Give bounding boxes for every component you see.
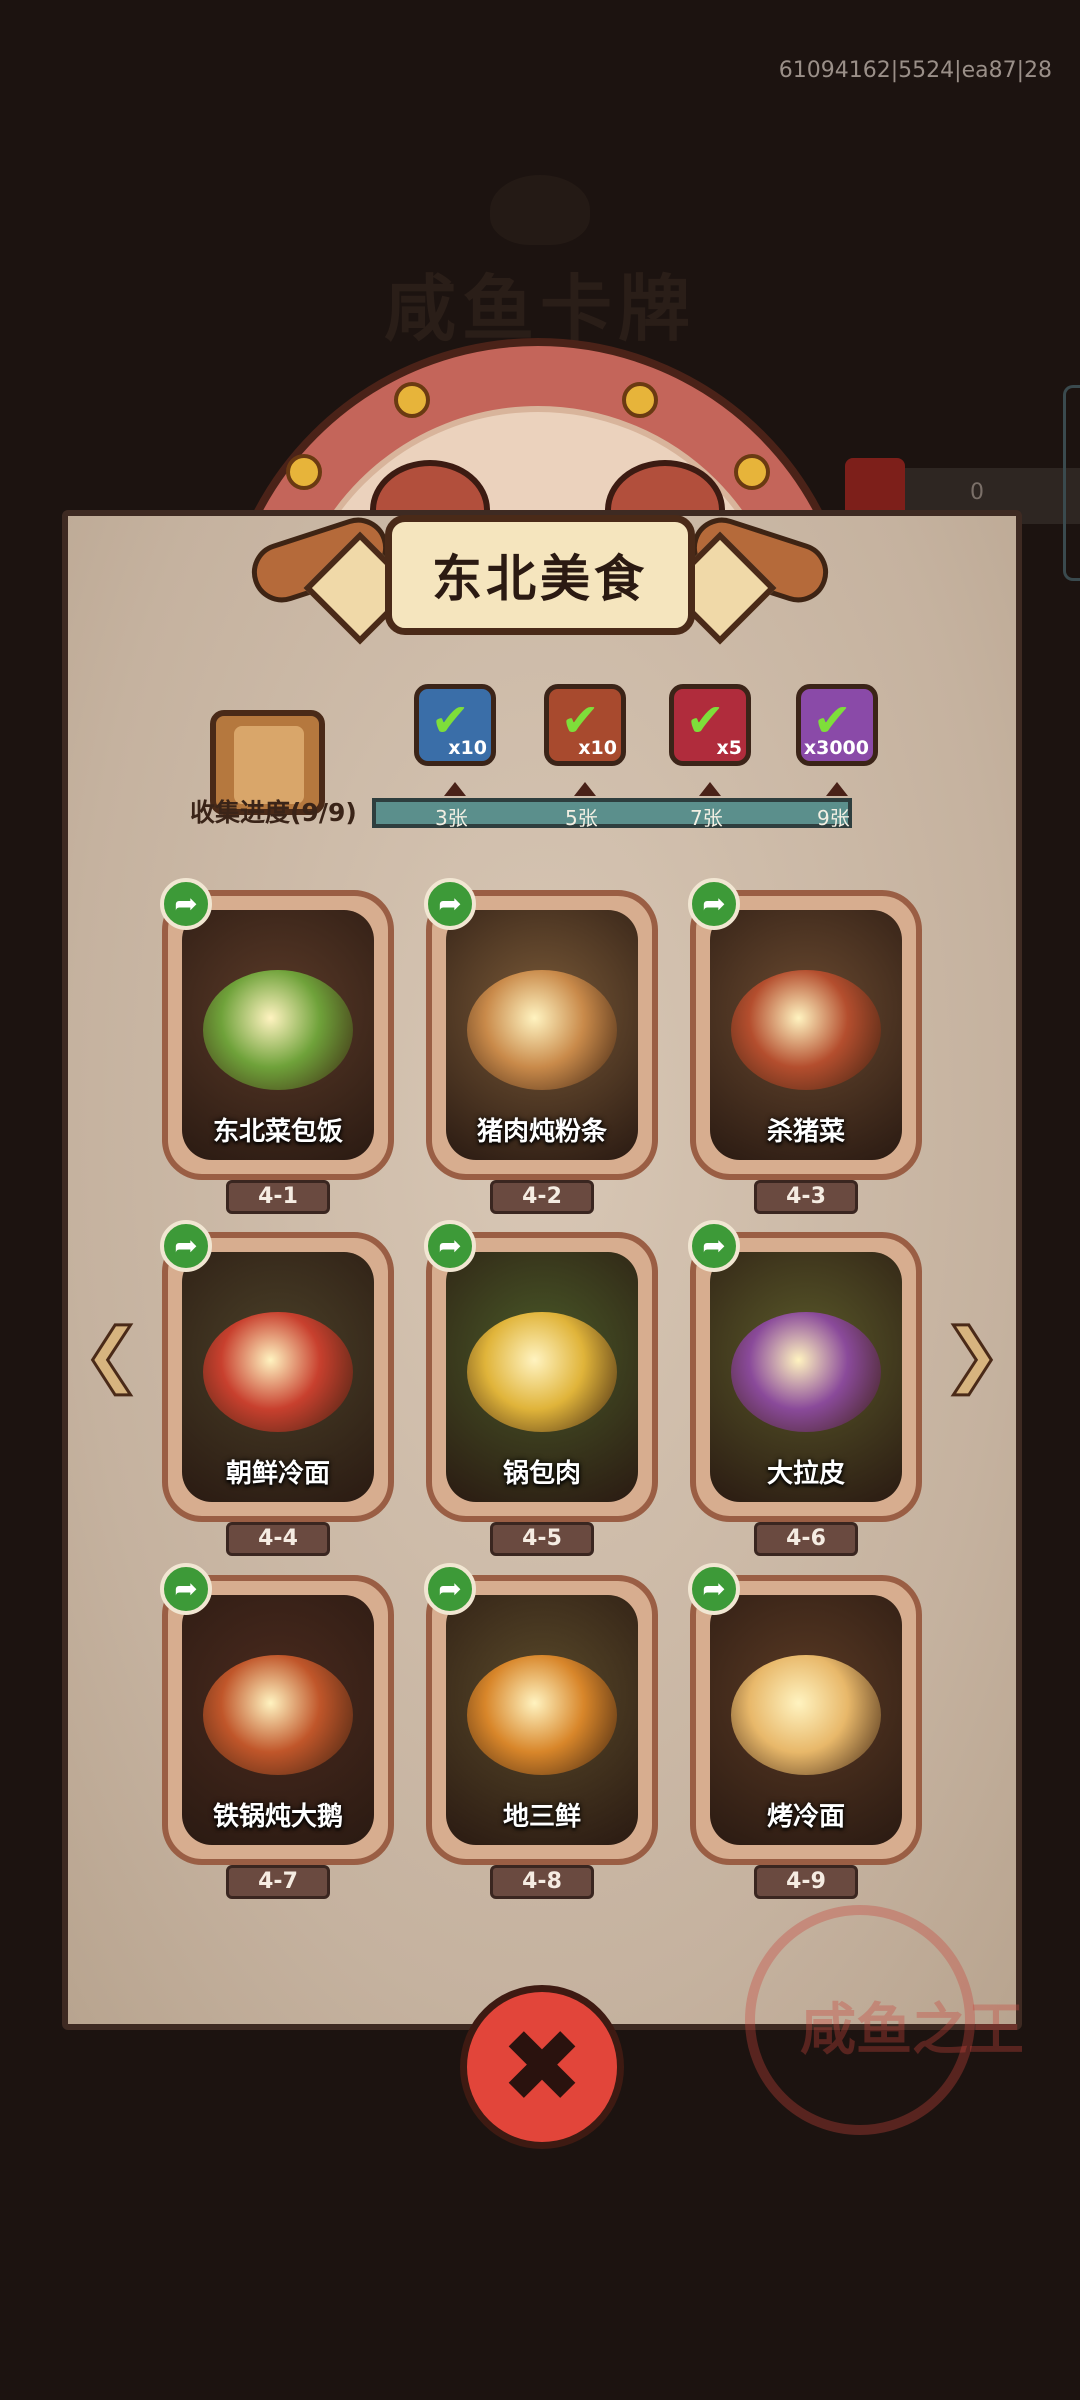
progress-marker: [444, 782, 466, 796]
wheel-stud: [394, 382, 430, 418]
reward-purple-orb-icon[interactable]: ✔ x5: [669, 684, 751, 766]
dish-illustration: [731, 1312, 881, 1432]
food-card-name: 杀猪菜: [766, 1117, 845, 1147]
share-arrow-icon[interactable]: ➦: [424, 1220, 476, 1272]
share-arrow-icon[interactable]: ➦: [688, 878, 740, 930]
food-card-image: 东北菜包饭: [182, 910, 374, 1160]
card-number-badge: 4-1: [226, 1180, 330, 1214]
reward-quantity: x10: [448, 737, 487, 759]
background-emblem: [490, 175, 590, 245]
card-number-badge: 4-9: [754, 1865, 858, 1899]
food-card-name: 地三鲜: [502, 1802, 581, 1832]
close-button[interactable]: ✖: [460, 1985, 624, 2149]
share-arrow-icon[interactable]: ➦: [160, 878, 212, 930]
wheel-stud: [734, 454, 770, 490]
food-card-name: 大拉皮: [766, 1459, 845, 1489]
food-card-name: 东北菜包饭: [212, 1117, 343, 1147]
wheel-stud: [286, 454, 322, 490]
reward-quantity: x5: [716, 737, 742, 759]
food-card-image: 杀猪菜: [710, 910, 902, 1160]
progress-marker: [574, 782, 596, 796]
progress-threshold-label: 3张: [435, 806, 468, 830]
dish-illustration: [467, 1312, 617, 1432]
food-card-name: 猪肉炖粉条: [476, 1117, 607, 1147]
dish-illustration: [203, 970, 353, 1090]
card-number-badge: 4-5: [490, 1522, 594, 1556]
wheel-stud: [622, 382, 658, 418]
food-card-image: 地三鲜: [446, 1595, 638, 1845]
card-number-badge: 4-6: [754, 1522, 858, 1556]
dish-illustration: [731, 1655, 881, 1775]
close-icon: ✖: [500, 2008, 584, 2125]
card-number-badge: 4-3: [754, 1180, 858, 1214]
page-title: 东北美食: [385, 515, 695, 635]
share-arrow-icon[interactable]: ➦: [160, 1220, 212, 1272]
debug-id: 61094162|5524|ea87|28: [778, 58, 1052, 83]
progress-marker: [826, 782, 848, 796]
food-card-image: 猪肉炖粉条: [446, 910, 638, 1160]
reward-quantity: x10: [578, 737, 617, 759]
card-number-badge: 4-8: [490, 1865, 594, 1899]
food-card-image: 烤冷面: [710, 1595, 902, 1845]
progress-threshold-label: 7张: [690, 806, 723, 830]
collection-progress-label: 收集进度(9/9): [190, 798, 357, 827]
progress-threshold-label: 5张: [565, 806, 598, 830]
food-card[interactable]: 东北菜包饭: [162, 890, 394, 1180]
food-card-image: 锅包肉: [446, 1252, 638, 1502]
food-card-image: 铁锅炖大鹅: [182, 1595, 374, 1845]
dish-illustration: [203, 1312, 353, 1432]
food-card-image: 朝鲜冷面: [182, 1252, 374, 1502]
progress-threshold-label: 9张: [817, 806, 850, 830]
arrow-right-icon[interactable]: ❯: [932, 1302, 1012, 1406]
card-number-badge: 4-4: [226, 1522, 330, 1556]
food-card[interactable]: 铁锅炖大鹅: [162, 1575, 394, 1865]
dish-illustration: [731, 970, 881, 1090]
share-arrow-icon[interactable]: ➦: [424, 878, 476, 930]
food-card[interactable]: 杀猪菜: [690, 890, 922, 1180]
reward-treasure-chest-icon[interactable]: ✔ x10: [414, 684, 496, 766]
food-card[interactable]: 猪肉炖粉条: [426, 890, 658, 1180]
share-arrow-icon[interactable]: ➦: [688, 1563, 740, 1615]
dish-illustration: [467, 970, 617, 1090]
share-arrow-icon[interactable]: ➦: [688, 1220, 740, 1272]
seal-stamp-text: 咸鱼之王: [800, 1998, 1024, 2063]
dish-illustration: [203, 1655, 353, 1775]
reward-silver-ingot-icon[interactable]: ✔ x3000: [796, 684, 878, 766]
reward-golden-key-icon[interactable]: ✔ x10: [544, 684, 626, 766]
food-card[interactable]: 朝鲜冷面: [162, 1232, 394, 1522]
side-resource-count: 0: [970, 480, 984, 505]
dish-illustration: [467, 1655, 617, 1775]
reward-quantity: x3000: [803, 737, 869, 759]
food-card[interactable]: 锅包肉: [426, 1232, 658, 1522]
food-card-image: 大拉皮: [710, 1252, 902, 1502]
food-card[interactable]: 烤冷面: [690, 1575, 922, 1865]
food-card-name: 朝鲜冷面: [225, 1459, 330, 1489]
food-card-name: 铁锅炖大鹅: [212, 1802, 343, 1832]
share-arrow-icon[interactable]: ➦: [160, 1563, 212, 1615]
arrow-left-icon[interactable]: ❮: [72, 1302, 152, 1406]
side-tab[interactable]: [1063, 385, 1080, 581]
food-card-name: 锅包肉: [502, 1459, 581, 1489]
gift-box-icon: [845, 458, 905, 518]
food-card[interactable]: 地三鲜: [426, 1575, 658, 1865]
share-arrow-icon[interactable]: ➦: [424, 1563, 476, 1615]
card-number-badge: 4-7: [226, 1865, 330, 1899]
progress-marker: [699, 782, 721, 796]
food-card-name: 烤冷面: [766, 1802, 845, 1832]
food-card[interactable]: 大拉皮: [690, 1232, 922, 1522]
card-number-badge: 4-2: [490, 1180, 594, 1214]
